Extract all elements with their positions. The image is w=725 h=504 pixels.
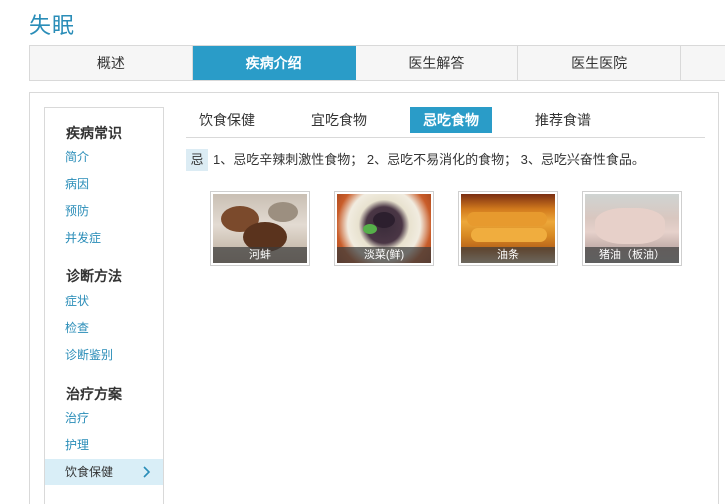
sidebar: 疾病常识 简介 病因 预防 并发症 诊断方法 症状 检查 诊断鉴别 治疗方案 治… [44, 107, 164, 504]
subtab-recipes[interactable]: 推荐食谱 [522, 107, 604, 133]
food-card-youtiao[interactable]: 油条 [458, 191, 558, 266]
sidebar-item-treatment[interactable]: 治疗 [45, 405, 163, 431]
avoid-tip-text: 1、忌吃辛辣刺激性食物； 2、忌吃不易消化的食物； 3、忌吃兴奋性食品。 [213, 152, 645, 167]
tab-overview[interactable]: 概述 [30, 46, 193, 80]
food-card-clam[interactable]: 河蚌 [210, 191, 310, 266]
food-image: 淡菜(鲜) [337, 194, 431, 263]
food-name: 河蚌 [213, 247, 307, 263]
sidebar-item-diagnosis[interactable]: 诊断鉴别 [45, 342, 163, 368]
sidebar-item-examination[interactable]: 检查 [45, 315, 163, 341]
sidebar-item-symptoms[interactable]: 症状 [45, 288, 163, 314]
subtab-diet-care[interactable]: 饮食保健 [186, 107, 268, 133]
food-image: 油条 [461, 194, 555, 263]
food-card-mussel[interactable]: 淡菜(鲜) [334, 191, 434, 266]
subtab-good-foods[interactable]: 宜吃食物 [298, 107, 380, 133]
sidebar-item-intro[interactable]: 简介 [45, 144, 163, 170]
food-name: 猪油（板油） [585, 247, 679, 263]
food-name: 油条 [461, 247, 555, 263]
sidebar-item-prevention[interactable]: 预防 [45, 198, 163, 224]
sidebar-item-causes[interactable]: 病因 [45, 171, 163, 197]
sidebar-item-diet[interactable]: 饮食保健 [45, 459, 163, 485]
food-card-lard[interactable]: 猪油（板油） [582, 191, 682, 266]
main-tab-bar: 概述 疾病介绍 医生解答 医生医院 [29, 45, 725, 81]
avoid-tip: 忌 1、忌吃辛辣刺激性食物； 2、忌吃不易消化的食物； 3、忌吃兴奋性食品。 [186, 149, 645, 171]
sub-tab-bar: 饮食保健 宜吃食物 忌吃食物 推荐食谱 [186, 107, 705, 138]
sidebar-group-title: 治疗方案 [66, 386, 122, 402]
sidebar-group-title: 疾病常识 [66, 125, 122, 141]
food-image: 猪油（板油） [585, 194, 679, 263]
tab-overflow [681, 46, 725, 80]
food-name: 淡菜(鲜) [337, 247, 431, 263]
subtab-avoid-foods[interactable]: 忌吃食物 [410, 107, 492, 133]
tab-doctor-hospital[interactable]: 医生医院 [518, 46, 682, 80]
sidebar-group-title: 诊断方法 [66, 268, 122, 284]
tab-doctor-answers[interactable]: 医生解答 [356, 46, 519, 80]
sidebar-item-care[interactable]: 护理 [45, 432, 163, 458]
chevron-right-icon [143, 459, 151, 486]
page-title: 失眠 [29, 13, 76, 38]
food-image: 河蚌 [213, 194, 307, 263]
sidebar-item-complications[interactable]: 并发症 [45, 225, 163, 251]
sidebar-item-label: 饮食保健 [65, 465, 114, 479]
avoid-badge: 忌 [186, 149, 208, 171]
tab-disease-intro[interactable]: 疾病介绍 [192, 46, 356, 80]
